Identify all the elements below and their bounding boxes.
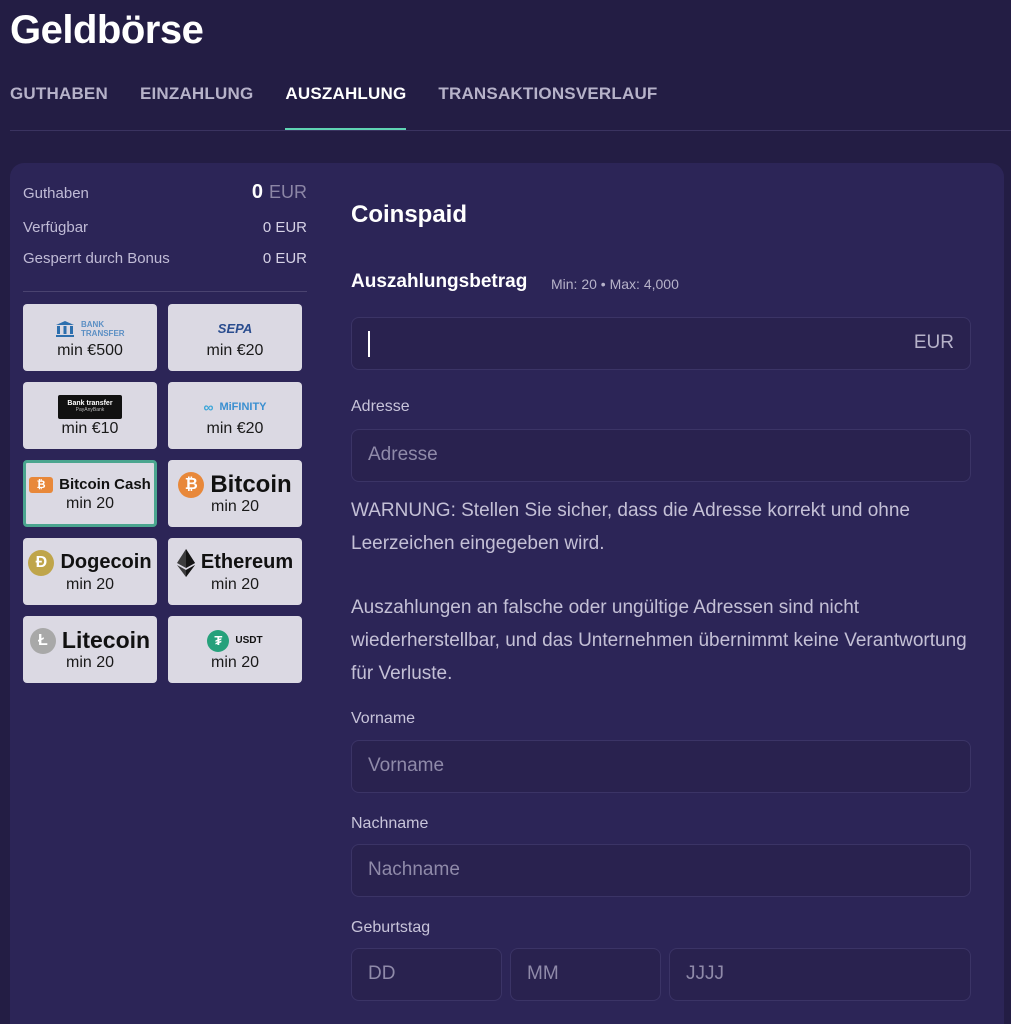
method-litecoin[interactable]: Ł Litecoin min 20 — [23, 616, 157, 683]
litecoin-icon: Ł — [29, 627, 56, 654]
dogecoin-min: min 20 — [65, 575, 115, 593]
amount-limits: Min: 20 • Max: 4,000 — [551, 276, 679, 292]
firstname-input[interactable]: Vorname — [351, 740, 971, 793]
address-label: Adresse — [351, 398, 410, 415]
bitcoin-cash-min: min 20 — [65, 494, 115, 512]
tab-transaktionsverlauf[interactable]: TRANSAKTIONSVERLAUF — [438, 80, 657, 131]
method-dogecoin[interactable]: Ð Dogecoin min 20 — [23, 538, 157, 605]
usdt-logo-text: USDT — [235, 635, 263, 646]
bitcoin-cash-logo-text: Bitcoin Cash — [59, 476, 151, 493]
litecoin-logo-text: Litecoin — [61, 627, 151, 653]
verfuegbar-value: 0 EUR — [262, 219, 307, 236]
method-ethereum[interactable]: Ethereum min 20 — [168, 538, 302, 605]
sepa-logo-text: SEPA — [217, 321, 253, 336]
form-title: Coinspaid — [351, 201, 468, 228]
amount-label: Auszahlungsbetrag — [351, 271, 528, 292]
mifinity-logo-text: MiFINITY — [219, 400, 267, 413]
ethereum-min: min 20 — [210, 575, 260, 593]
firstname-placeholder: Vorname — [368, 755, 445, 776]
address-input[interactable]: Adresse — [351, 429, 971, 482]
guthaben-value: 0 — [251, 181, 263, 203]
method-mifinity[interactable]: ∞ MiFINITY min €20 — [168, 382, 302, 449]
balance-row-gesperrt: Gesperrt durch Bonus 0 EUR — [23, 250, 307, 267]
method-bank-transfer-payanybank[interactable]: Bank transfer PayAnyBank min €10 — [23, 382, 157, 449]
balance-row-verfuegbar: Verfügbar 0 EUR — [23, 219, 307, 236]
tether-icon: ₮ — [207, 629, 230, 652]
ethereum-icon — [176, 548, 195, 577]
tab-einzahlung[interactable]: EINZAHLUNG — [140, 80, 253, 131]
balance-divider — [23, 291, 307, 292]
guthaben-currency: EUR — [268, 182, 307, 202]
loss-warning: Auszahlungen an falsche oder ungültige A… — [351, 597, 967, 684]
tab-auszahlung[interactable]: AUSZAHLUNG — [285, 80, 407, 131]
lastname-label: Nachname — [351, 815, 429, 832]
lastname-input[interactable]: Nachname — [351, 844, 971, 897]
birthday-label: Geburtstag — [351, 919, 431, 936]
bitcoin-icon: ₿ — [178, 471, 205, 498]
bitcoin-logo-text: Bitcoin — [210, 470, 292, 498]
address-warning: WARNUNG: Stellen Sie sicher, dass die Ad… — [351, 500, 910, 554]
month-placeholder: MM — [527, 963, 559, 984]
method-bitcoin[interactable]: ₿ Bitcoin min 20 — [168, 460, 302, 527]
payanybank-logo-text: Bank transfer — [67, 400, 113, 407]
year-placeholder: JJJJ — [686, 963, 724, 984]
payanybank-logo-sub: PayAnyBank — [75, 407, 105, 413]
payanybank-badge: Bank transfer PayAnyBank — [58, 394, 122, 419]
method-bitcoin-cash[interactable]: ₿ Bitcoin Cash min 20 — [23, 460, 157, 527]
bitcoin-logo: ₿ Bitcoin — [178, 470, 292, 498]
dogecoin-logo-text: Dogecoin — [60, 551, 152, 573]
bitcoin-cash-logo: ₿ Bitcoin Cash — [29, 475, 151, 495]
address-placeholder: Adresse — [368, 444, 438, 465]
usdt-min: min 20 — [210, 653, 260, 671]
guthaben-amount: 0 EUR — [252, 181, 307, 204]
bitcoin-cash-icon: ₿ — [29, 476, 54, 493]
tabs-divider — [10, 130, 1011, 131]
page-title: Geldbörse — [10, 8, 204, 52]
bank-transfer-logo: BANK TRANSFER — [55, 316, 125, 342]
lastname-placeholder: Nachname — [368, 859, 460, 880]
dogecoin-logo: Ð Dogecoin — [28, 549, 152, 576]
infinity-icon: ∞ — [203, 398, 214, 415]
bank-icon — [56, 320, 74, 337]
verfuegbar-label: Verfügbar — [23, 219, 89, 236]
birthday-month-input[interactable]: MM — [510, 948, 661, 1001]
ethereum-logo-text: Ethereum — [200, 551, 294, 573]
usdt-logo: ₮ USDT — [207, 628, 263, 654]
birthday-year-input[interactable]: JJJJ — [669, 948, 971, 1001]
ethereum-logo: Ethereum — [176, 548, 294, 577]
bitcoin-min: min 20 — [210, 497, 260, 515]
mifinity-logo: ∞ MiFINITY — [203, 394, 266, 420]
birthday-day-input[interactable]: DD — [351, 948, 502, 1001]
amount-input[interactable]: EUR — [351, 317, 971, 370]
mifinity-min: min €20 — [206, 419, 264, 437]
sepa-logo: SEPA — [218, 316, 252, 342]
text-cursor — [368, 331, 370, 357]
litecoin-min: min 20 — [65, 653, 115, 671]
bank-transfer-min: min €500 — [57, 341, 123, 359]
dogecoin-icon: Ð — [28, 549, 55, 576]
firstname-label: Vorname — [351, 710, 416, 727]
wallet-tabs: GUTHABEN EINZAHLUNG AUSZAHLUNG TRANSAKTI… — [10, 80, 658, 132]
guthaben-label: Guthaben — [23, 185, 89, 202]
amount-currency: EUR — [913, 332, 954, 353]
method-usdt[interactable]: ₮ USDT min 20 — [168, 616, 302, 683]
bank-transfer-logo-text: BANK TRANSFER — [81, 319, 125, 338]
sepa-min: min €20 — [206, 341, 264, 359]
method-sepa[interactable]: SEPA min €20 — [168, 304, 302, 371]
day-placeholder: DD — [368, 963, 396, 984]
payanybank-logo: Bank transfer PayAnyBank — [58, 394, 122, 420]
tab-guthaben[interactable]: GUTHABEN — [10, 80, 108, 131]
litecoin-logo: Ł Litecoin — [29, 627, 151, 654]
balance-row-guthaben: Guthaben 0 EUR — [23, 181, 307, 204]
method-bank-transfer[interactable]: BANK TRANSFER min €500 — [23, 304, 157, 371]
gesperrt-value: 0 EUR — [262, 250, 307, 267]
gesperrt-label: Gesperrt durch Bonus — [23, 250, 170, 267]
withdrawal-panel: Guthaben 0 EUR Verfügbar 0 EUR Gesperrt d… — [10, 163, 1004, 1024]
payanybank-min: min €10 — [61, 419, 119, 437]
